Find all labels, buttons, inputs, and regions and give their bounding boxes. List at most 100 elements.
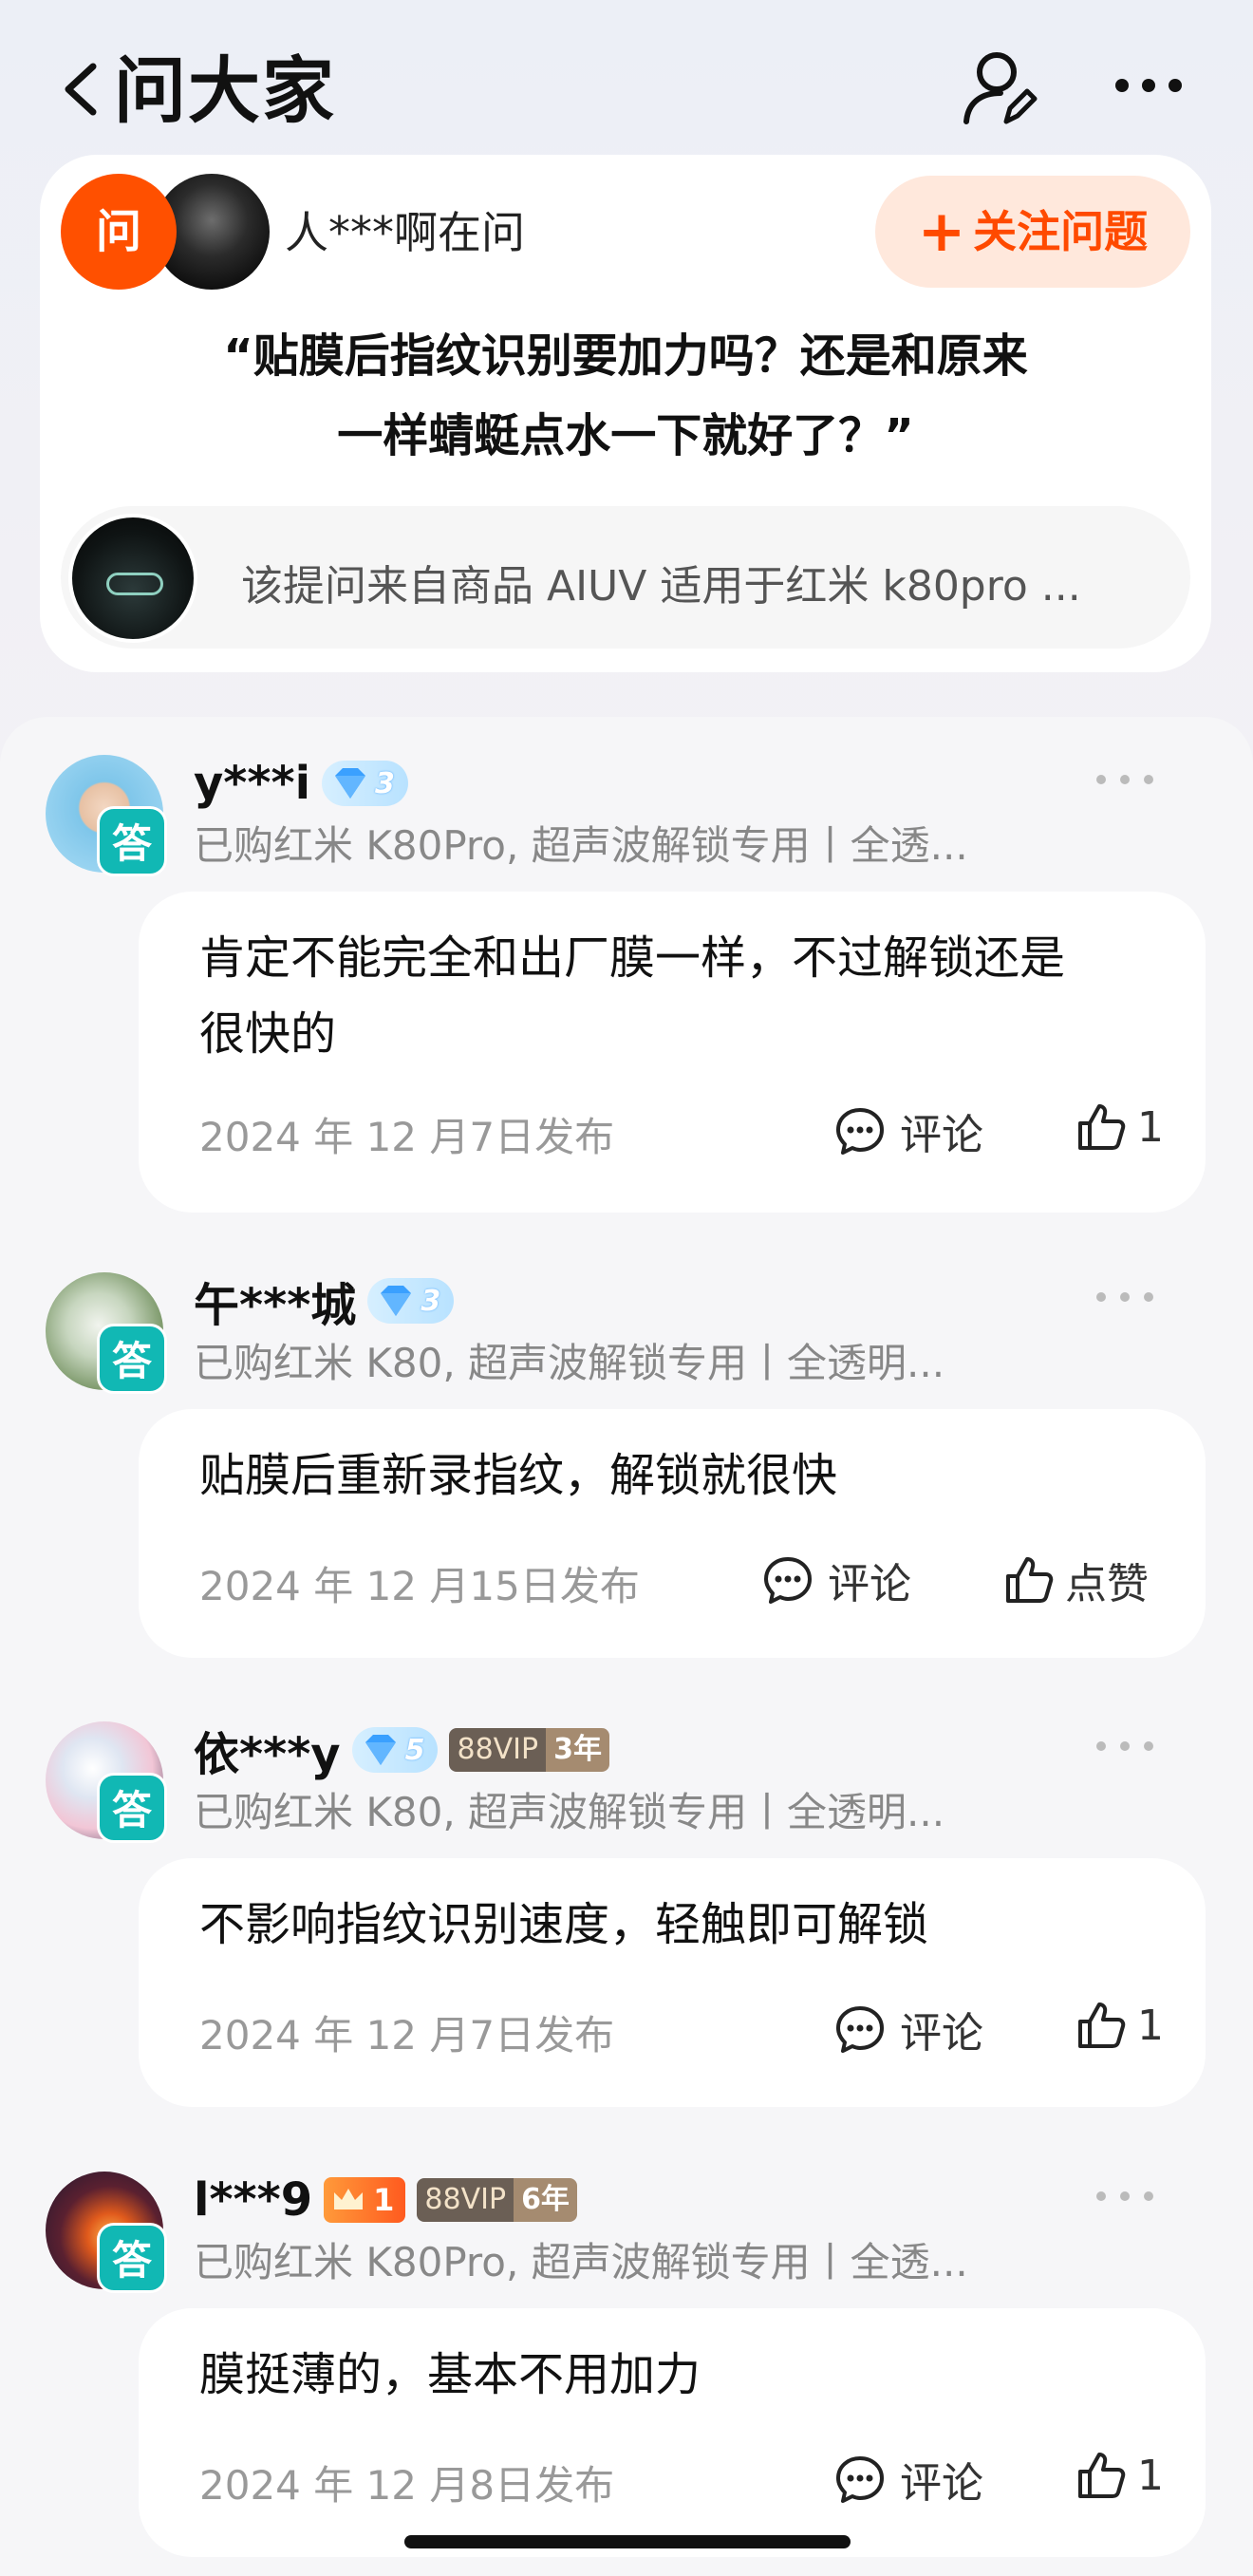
question-text-line-1: “贴膜后指纹识别要加力吗？还是和原来 [223, 329, 1028, 383]
answerer-avatar[interactable]: 答 [46, 1721, 167, 1843]
comment-button[interactable]: 评论 [761, 1550, 911, 1610]
answer-bubble[interactable]: 不影响指纹识别速度，轻触即可解锁 2024 年 12 月7日发布 评论 1 [139, 1858, 1206, 2107]
answerer-avatar[interactable]: 答 [46, 755, 167, 876]
comment-bubble-icon [836, 2456, 884, 2503]
comment-button[interactable]: 评论 [833, 1100, 983, 1161]
purchase-info: 已购红米 K80, 超声波解锁专用丨全透明... [194, 1789, 945, 1835]
answer-text-line: 膜挺薄的，基本不用加力 [199, 2348, 701, 2401]
top-nav-bar: 问大家 [0, 38, 1253, 142]
comment-button[interactable]: 评论 [833, 2449, 983, 2510]
comment-label: 评论 [828, 1560, 911, 1608]
like-button[interactable]: 1 [1075, 1100, 1164, 1154]
purchase-info: 已购红米 K80, 超声波解锁专用丨全透明... [194, 1340, 945, 1386]
more-dots-icon[interactable] [1092, 768, 1158, 791]
answer-bubble[interactable]: 贴膜后重新录指纹，解锁就很快 2024 年 12 月15日发布 评论 点赞 [139, 1409, 1206, 1658]
more-dots-icon[interactable] [1092, 1286, 1158, 1308]
answerer-name[interactable]: 依***y [194, 1717, 341, 1783]
answer-text: 贴膜后重新录指纹，解锁就很快 [199, 1438, 1149, 1514]
thumbs-up-icon [1078, 2453, 1126, 2498]
more-dots-icon[interactable] [1092, 1735, 1158, 1758]
answerer-name[interactable]: y***i [194, 757, 310, 810]
like-button[interactable]: 1 [1075, 2449, 1164, 2502]
question-badge: 问 [61, 174, 177, 290]
like-button[interactable]: 1 [1075, 1999, 1164, 2052]
vip-badge: 88VIP 6年 [417, 2178, 577, 2222]
answer-text: 肯定不能完全和出厂膜一样，不过解锁还是 很快的 [199, 920, 1149, 1072]
comment-bubble-icon [836, 1108, 884, 1155]
page-title: 问大家 [114, 48, 336, 133]
answerer-name-row: y***i 3 [194, 755, 408, 812]
purchase-info: 已购红米 K80Pro, 超声波解锁专用丨全透... [194, 2239, 968, 2285]
like-label: 点赞 [1065, 1560, 1149, 1608]
like-count: 1 [1137, 1102, 1164, 1152]
follow-label: 关注问题 [973, 206, 1149, 257]
thumbs-up-icon [1006, 1557, 1054, 1603]
answer-date: 2024 年 12 月15日发布 [199, 1563, 640, 1609]
follow-question-button[interactable]: + 关注问题 [875, 176, 1190, 288]
crown-level: 1 [373, 2182, 395, 2218]
comment-button[interactable]: 评论 [833, 1999, 983, 2059]
question-text: “贴膜后指纹识别要加力吗？还是和原来 一样蜻蜓点水一下就好了？” [135, 316, 1116, 476]
like-count: 1 [1137, 2001, 1164, 2050]
answer-date: 2024 年 12 月7日发布 [199, 1114, 615, 1160]
diamond-icon [335, 768, 366, 799]
thumbs-up-icon [1078, 2003, 1126, 2048]
diamond-level: 5 [404, 1733, 425, 1767]
user-edit-icon[interactable] [959, 46, 1042, 129]
answer-date: 2024 年 12 月7日发布 [199, 2012, 615, 2059]
more-dots-icon[interactable] [1092, 2185, 1158, 2208]
comment-label: 评论 [900, 1111, 983, 1159]
answer-text-line: 不影响指纹识别速度，轻触即可解锁 [199, 1898, 929, 1951]
thumbs-up-icon [1078, 1104, 1126, 1150]
answerer-avatar[interactable]: 答 [46, 2172, 167, 2293]
crown-level-badge: 1 [324, 2177, 406, 2223]
answer-bubble[interactable]: 肯定不能完全和出厂膜一样，不过解锁还是 很快的 2024 年 12 月7日发布 … [139, 892, 1206, 1213]
diamond-level: 3 [421, 1284, 441, 1318]
diamond-level: 3 [375, 766, 395, 800]
answer-bubble[interactable]: 膜挺薄的，基本不用加力 2024 年 12 月8日发布 评论 1 [139, 2308, 1206, 2557]
chevron-left-icon[interactable] [57, 59, 104, 120]
answer-text: 不影响指纹识别速度，轻触即可解锁 [199, 1887, 1149, 1963]
answer-badge: 答 [97, 1324, 167, 1394]
crown-icon [334, 2189, 364, 2209]
answerer-name-row: 依***y 5 88VIP 3年 [194, 1721, 609, 1781]
answerer-name-row: l***9 1 88VIP 6年 [194, 2172, 577, 2228]
comment-label: 评论 [900, 2459, 983, 2508]
answer-badge: 答 [97, 1773, 167, 1843]
answer-text-line: 肯定不能完全和出厂膜一样，不过解锁还是 [199, 931, 1066, 985]
answer-badge: 答 [97, 2223, 167, 2293]
like-count: 1 [1137, 2451, 1164, 2500]
vip-label: 88VIP [449, 1728, 547, 1772]
like-button[interactable]: 点赞 [1002, 1550, 1149, 1610]
vip-badge: 88VIP 3年 [449, 1728, 609, 1772]
purchase-info: 已购红米 K80Pro, 超声波解锁专用丨全透... [194, 822, 968, 869]
diamond-level-badge: 3 [367, 1278, 455, 1324]
comment-label: 评论 [900, 2009, 983, 2058]
vip-label: 88VIP [417, 2178, 514, 2222]
comment-bubble-icon [836, 2006, 884, 2053]
product-thumbnail [68, 514, 197, 643]
answer-text-line: 贴膜后重新录指纹，解锁就很快 [199, 1449, 838, 1502]
diamond-level-badge: 5 [351, 1727, 439, 1773]
product-image-icon [106, 573, 163, 595]
answer-text-line: 很快的 [199, 1007, 337, 1061]
answerer-name[interactable]: l***9 [194, 2173, 312, 2227]
asker-name: 人***啊在问 [285, 207, 525, 258]
answer-date: 2024 年 12 月8日发布 [199, 2462, 615, 2509]
plus-icon: + [917, 198, 966, 265]
source-product-link[interactable]: 该提问来自商品 AIUV 适用于红米 k80pro ... [61, 506, 1190, 649]
answerer-name-row: 午***城 3 [194, 1272, 455, 1332]
comment-bubble-icon [764, 1557, 812, 1604]
answer-text: 膜挺薄的，基本不用加力 [199, 2337, 1149, 2413]
diamond-icon [381, 1286, 412, 1316]
product-source-text: 该提问来自商品 AIUV 适用于红米 k80pro ... [241, 562, 1081, 611]
vip-years: 6年 [514, 2178, 577, 2222]
more-dots-icon[interactable] [1111, 57, 1187, 114]
diamond-icon [365, 1735, 396, 1765]
vip-years: 3年 [546, 1728, 609, 1772]
home-indicator[interactable] [404, 2535, 851, 2548]
diamond-level-badge: 3 [322, 761, 408, 806]
answer-badge: 答 [97, 806, 167, 876]
answerer-avatar[interactable]: 答 [46, 1272, 167, 1394]
answerer-name[interactable]: 午***城 [194, 1268, 356, 1334]
